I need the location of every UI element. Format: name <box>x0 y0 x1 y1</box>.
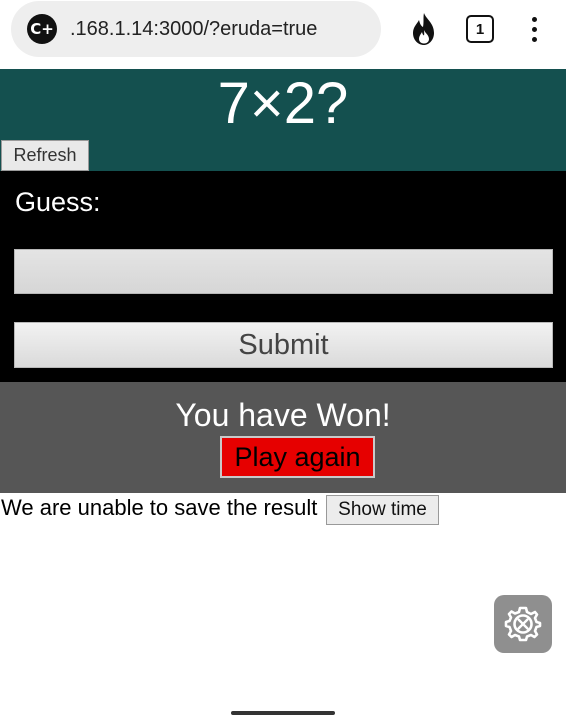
site-info-icon[interactable]: C+ <box>27 14 57 44</box>
play-again-button[interactable]: Play again <box>220 436 375 478</box>
address-bar[interactable]: C+ .168.1.14:3000/?eruda=true <box>11 1 381 57</box>
more-menu-icon[interactable] <box>520 9 548 49</box>
eruda-settings-icon <box>504 606 542 642</box>
save-status-text: We are unable to save the result <box>1 495 318 520</box>
refresh-button[interactable]: Refresh <box>1 140 89 171</box>
result-message: You have Won! <box>175 397 391 433</box>
guess-label: Guess: <box>15 187 101 217</box>
eruda-toggle-button[interactable] <box>494 595 552 653</box>
question-panel: 7×2? Refresh <box>0 69 566 171</box>
result-panel: You have Won! Play again <box>0 382 566 493</box>
show-time-button[interactable]: Show time <box>326 495 439 525</box>
question-text: 7×2? <box>217 71 349 136</box>
gesture-nav-bar[interactable] <box>231 711 335 715</box>
url-text[interactable]: .168.1.14:3000/?eruda=true <box>70 18 317 41</box>
guess-form: Guess: Submit <box>0 171 566 382</box>
tabs-icon[interactable]: 1 <box>462 9 498 49</box>
tab-count: 1 <box>466 15 494 43</box>
fire-icon[interactable] <box>406 9 442 49</box>
browser-toolbar: C+ .168.1.14:3000/?eruda=true 1 <box>0 0 566 69</box>
submit-button[interactable]: Submit <box>14 322 553 368</box>
guess-input[interactable] <box>14 249 553 294</box>
